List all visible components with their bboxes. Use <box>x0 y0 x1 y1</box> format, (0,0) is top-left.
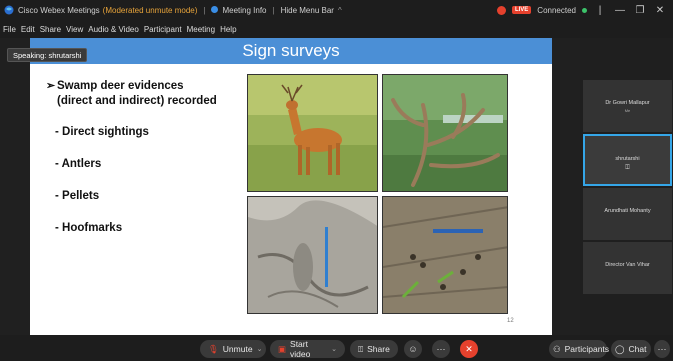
more-options-button[interactable]: ⋯ <box>432 340 450 358</box>
participant-tile[interactable]: Arundhati Mohanty <box>583 188 672 240</box>
close-button[interactable]: ✕ <box>653 5 667 16</box>
slide-title: Sign surveys <box>242 41 340 60</box>
info-icon <box>211 5 219 13</box>
chevron-down-icon: ⌄ <box>331 346 337 353</box>
main-bullet-line1: Swamp deer evidences <box>57 80 184 92</box>
moderation-mode: (Moderated unmute mode) <box>102 5 198 15</box>
list-item: - Antlers <box>55 158 102 170</box>
live-badge: LIVE <box>511 6 532 14</box>
menu-file[interactable]: File <box>3 25 16 34</box>
participants-icon: ⚇ <box>553 343 561 354</box>
window-controls: LIVE Connected | — ❐ ✕ <box>496 0 667 20</box>
menu-participant[interactable]: Participant <box>144 25 182 34</box>
unmute-button[interactable]: 🎙 Unmute ⌄ <box>200 340 266 358</box>
list-item: - Pellets <box>55 190 100 202</box>
chevron-up-icon: ^ <box>337 5 342 15</box>
antler-photo <box>382 74 508 192</box>
minimize-button[interactable]: — <box>613 5 627 16</box>
list-item: - Hoofmarks <box>55 222 123 234</box>
list-item: - Direct sightings <box>55 126 149 138</box>
swamp-deer-photo <box>247 74 378 192</box>
connection-status: Connected <box>537 5 576 15</box>
menu-help[interactable]: Help <box>220 25 236 34</box>
reactions-button[interactable]: ☺ <box>404 340 422 358</box>
webex-logo-icon <box>4 5 14 15</box>
arrow-bullet-icon: ➢ <box>46 80 56 92</box>
menu-share[interactable]: Share <box>40 25 61 34</box>
chat-button[interactable]: ◯ Chat <box>611 340 651 358</box>
main-bullet-line2: (direct and indirect) recorded <box>57 95 217 107</box>
slide-page-number: 12 <box>507 318 514 324</box>
menu-bar: File Edit Share View Audio & Video Parti… <box>0 20 673 38</box>
menu-edit[interactable]: Edit <box>21 25 35 34</box>
menu-meeting[interactable]: Meeting <box>187 25 215 34</box>
participant-tile[interactable]: Dr Gowri Mallapur Me <box>583 80 672 132</box>
start-video-button[interactable]: ▣ Start video ⌄ <box>270 339 345 359</box>
main-bullet: ➢ Swamp deer evidences (direct and indir… <box>46 79 217 109</box>
participant-name: Director Van Vihar <box>605 262 650 268</box>
connection-dot-icon <box>582 7 587 13</box>
menu-audio-video[interactable]: Audio & Video <box>88 25 139 34</box>
participants-button[interactable]: ⚇ Participants <box>549 340 609 358</box>
participant-name: Dr Gowri Mallapur <box>605 100 650 106</box>
shared-slide: Sign surveys ➢ Swamp deer evidences (dir… <box>30 38 552 335</box>
chat-icon: ◯ <box>615 343 625 354</box>
restore-button[interactable]: ❐ <box>633 5 647 16</box>
pellets-photo <box>382 196 508 314</box>
share-icon: ⍐ <box>625 164 630 171</box>
participant-tile[interactable]: Director Van Vihar <box>583 242 672 294</box>
meeting-controls: 🎙 Unmute ⌄ ▣ Start video ⌄ ⍐ Share ☺ ⋯ ✕… <box>0 335 673 361</box>
hide-menu-bar-button[interactable]: Hide Menu Bar ^ <box>281 6 342 15</box>
app-name: Cisco Webex Meetings <box>18 5 100 15</box>
share-button[interactable]: ⍐ Share <box>350 340 398 358</box>
participant-name: Arundhati Mohanty <box>604 208 651 214</box>
camera-off-icon: ▣ <box>278 343 287 354</box>
share-screen-icon: ⍐ <box>358 343 364 354</box>
participant-tile-active[interactable]: shrutarshi ⍐ <box>583 134 672 186</box>
meeting-info-button[interactable]: Meeting Info <box>211 5 267 15</box>
mic-muted-icon: 🎙 <box>208 343 219 354</box>
menu-view[interactable]: View <box>66 25 83 34</box>
title-separator: | <box>203 5 206 15</box>
hoofmark-photo <box>247 196 378 314</box>
title-separator: | <box>272 5 275 15</box>
chevron-down-icon: ⌄ <box>256 346 263 353</box>
recording-icon <box>496 5 506 15</box>
separator-icon: | <box>598 4 602 16</box>
participant-name: shrutarshi <box>615 156 640 162</box>
more-panels-button[interactable]: ⋯ <box>654 340 670 358</box>
title-bar: Cisco Webex Meetings (Moderated unmute m… <box>0 0 673 20</box>
end-meeting-button[interactable]: ✕ <box>460 340 478 358</box>
participant-role: Me <box>624 108 631 113</box>
active-speaker-label: Speaking: shrutarshi <box>7 48 88 62</box>
